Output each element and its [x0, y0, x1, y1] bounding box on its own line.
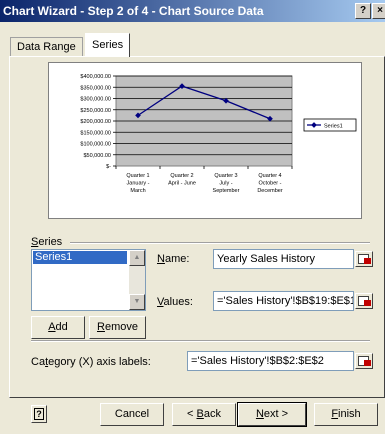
- series-scrollbar[interactable]: ▲ ▼: [129, 250, 145, 310]
- values-input[interactable]: ='Sales History'!$B$19:$E$19: [213, 291, 354, 311]
- category-label: Category (X) axis labels:: [31, 356, 151, 368]
- x-tick-label: January -: [127, 181, 150, 187]
- name-label: Name:: [157, 253, 190, 265]
- y-tick-label: $200,000.00: [80, 119, 111, 125]
- legend-label: Series1: [324, 124, 343, 130]
- name-input[interactable]: Yearly Sales History: [213, 249, 354, 269]
- collapse-dialog-icon[interactable]: [355, 251, 373, 267]
- x-tick-label: Quarter 4: [258, 173, 281, 179]
- x-tick-label: July -: [219, 181, 232, 187]
- x-tick-label: Quarter 3: [214, 173, 237, 179]
- series-separator: [70, 242, 370, 244]
- x-tick-label: October -: [259, 181, 282, 187]
- y-tick-label: $250,000.00: [80, 108, 111, 114]
- scroll-down-icon[interactable]: ▼: [129, 294, 145, 310]
- y-tick-label: $100,000.00: [80, 142, 111, 148]
- y-tick-label: $50,000.00: [83, 153, 111, 159]
- collapse-dialog-icon[interactable]: [355, 353, 373, 369]
- finish-button[interactable]: Finish: [314, 403, 378, 426]
- cancel-button[interactable]: Cancel: [100, 403, 164, 426]
- x-tick-label: September: [213, 188, 240, 194]
- y-tick-label: $350,000.00: [80, 85, 111, 91]
- x-tick-label: Quarter 1: [126, 173, 149, 179]
- y-tick-label: $-: [106, 164, 111, 170]
- x-tick-label: December: [257, 188, 283, 194]
- help-icon: ?: [34, 408, 44, 420]
- y-tick-label: $150,000.00: [80, 130, 111, 136]
- x-tick-label: Quarter 2: [170, 173, 193, 179]
- close-button[interactable]: ×: [372, 3, 385, 19]
- category-separator: [31, 340, 370, 342]
- x-tick-label: April - June: [168, 181, 196, 187]
- series-label: Series: [31, 236, 63, 248]
- chart-preview: $- $50,000.00 $100,000.00 $150,000.00 $200,0…: [48, 62, 362, 219]
- window-title: Chart Wizard - Step 2 of 4 - Chart Sourc…: [3, 4, 264, 18]
- y-tick-label: $400,000.00: [80, 74, 111, 80]
- values-label: Values:: [157, 296, 193, 308]
- title-bar: Chart Wizard - Step 2 of 4 - Chart Sourc…: [0, 0, 385, 22]
- chart-svg: $- $50,000.00 $100,000.00 $150,000.00 $200,0…: [80, 74, 357, 194]
- help-button[interactable]: ?: [31, 405, 47, 423]
- collapse-dialog-icon[interactable]: [355, 293, 373, 309]
- x-tick-label: March: [130, 188, 145, 194]
- back-button[interactable]: < Back: [172, 403, 236, 426]
- category-input[interactable]: ='Sales History'!$B$2:$E$2: [187, 351, 354, 371]
- next-button[interactable]: Next >: [237, 402, 307, 427]
- y-tick-label: $300,000.00: [80, 97, 111, 103]
- tab-series[interactable]: Series: [85, 33, 131, 57]
- series-listbox[interactable]: Series1 ▲ ▼: [31, 249, 146, 311]
- help-title-button[interactable]: ?: [355, 3, 371, 19]
- remove-button[interactable]: Remove: [89, 316, 146, 339]
- tab-data-range[interactable]: Data Range: [10, 37, 83, 57]
- series-list-item[interactable]: Series1: [33, 251, 127, 264]
- scroll-up-icon[interactable]: ▲: [129, 250, 145, 266]
- add-button[interactable]: Add: [31, 316, 85, 339]
